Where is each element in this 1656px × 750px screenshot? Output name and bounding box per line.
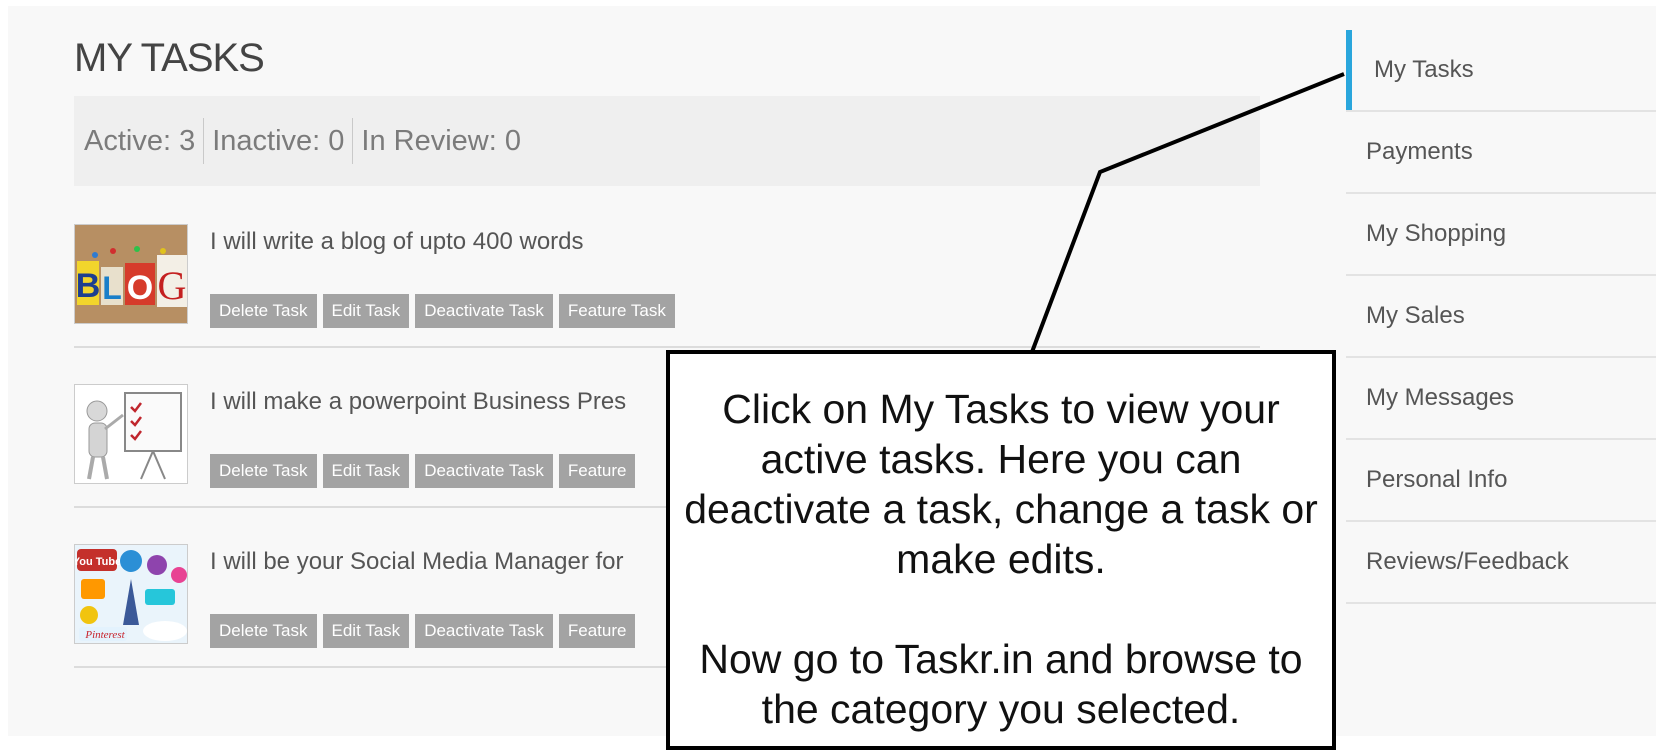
- delete-task-button[interactable]: Delete Task: [210, 614, 317, 648]
- task-actions: Delete Task Edit Task Deactivate Task Fe…: [210, 614, 636, 648]
- svg-text:G: G: [158, 263, 187, 308]
- edit-task-button[interactable]: Edit Task: [322, 294, 410, 328]
- task-row: B L O G I will write a blog of upto 400 …: [74, 206, 1260, 348]
- svg-text:B: B: [76, 267, 101, 305]
- edit-task-button[interactable]: Edit Task: [322, 614, 410, 648]
- sidebar-item-label: My Messages: [1366, 384, 1515, 411]
- svg-text:O: O: [127, 269, 153, 307]
- blog-letters-image: B L O G: [75, 225, 187, 323]
- task-title[interactable]: I will make a powerpoint Business Pres: [210, 388, 626, 416]
- social-icons-image: You Tube Pinterest: [75, 545, 187, 643]
- sidebar-item-label: Payments: [1366, 138, 1473, 165]
- task-title[interactable]: I will be your Social Media Manager for: [210, 548, 624, 576]
- feature-task-button[interactable]: Feature: [558, 454, 636, 488]
- account-sidebar: My Tasks Payments My Shopping My Sales M…: [1346, 30, 1656, 604]
- sidebar-item-my-tasks[interactable]: My Tasks: [1346, 30, 1656, 112]
- sidebar-item-label: Personal Info: [1366, 466, 1508, 493]
- task-stats-bar: Active: 3 Inactive: 0 In Review: 0: [74, 96, 1260, 186]
- sidebar-item-label: My Tasks: [1374, 56, 1474, 83]
- stat-in-review[interactable]: In Review: 0: [353, 118, 529, 164]
- blog-thumbnail[interactable]: B L O G: [74, 224, 188, 324]
- deactivate-task-button[interactable]: Deactivate Task: [415, 294, 553, 328]
- delete-task-button[interactable]: Delete Task: [210, 294, 317, 328]
- callout-text-instructions: Click on My Tasks to view your active ta…: [684, 386, 1318, 582]
- sidebar-item-reviews-feedback[interactable]: Reviews/Feedback: [1346, 522, 1656, 604]
- deactivate-task-button[interactable]: Deactivate Task: [415, 454, 553, 488]
- sidebar-item-label: My Shopping: [1366, 220, 1507, 247]
- sidebar-item-payments[interactable]: Payments: [1346, 112, 1656, 194]
- sidebar-item-label: My Sales: [1366, 302, 1465, 329]
- active-indicator: [1346, 30, 1352, 110]
- feature-task-button[interactable]: Feature: [558, 614, 636, 648]
- tutorial-callout: Click on My Tasks to view your active ta…: [666, 350, 1336, 750]
- task-actions: Delete Task Edit Task Deactivate Task Fe…: [210, 294, 675, 328]
- youtube-logo-text: You Tube: [75, 556, 121, 568]
- svg-text:Pinterest: Pinterest: [84, 629, 125, 641]
- task-title[interactable]: I will write a blog of upto 400 words: [210, 228, 584, 256]
- stat-active[interactable]: Active: 3: [84, 118, 205, 164]
- sidebar-item-personal-info[interactable]: Personal Info: [1346, 440, 1656, 522]
- sidebar-item-my-sales[interactable]: My Sales: [1346, 276, 1656, 358]
- delete-task-button[interactable]: Delete Task: [210, 454, 317, 488]
- presenter-board-image: [75, 385, 187, 483]
- sidebar-item-my-shopping[interactable]: My Shopping: [1346, 194, 1656, 276]
- page-title: MY TASKS: [74, 36, 265, 80]
- edit-task-button[interactable]: Edit Task: [322, 454, 410, 488]
- social-media-thumbnail[interactable]: You Tube Pinterest: [74, 544, 188, 644]
- callout-text-next-step: Now go to Taskr.in and browse to the cat…: [699, 636, 1303, 732]
- task-actions: Delete Task Edit Task Deactivate Task Fe…: [210, 454, 636, 488]
- deactivate-task-button[interactable]: Deactivate Task: [415, 614, 553, 648]
- sidebar-item-my-messages[interactable]: My Messages: [1346, 358, 1656, 440]
- svg-text:L: L: [102, 270, 122, 306]
- stat-inactive[interactable]: Inactive: 0: [204, 118, 354, 164]
- presentation-thumbnail[interactable]: [74, 384, 188, 484]
- feature-task-button[interactable]: Feature Task: [558, 294, 675, 328]
- sidebar-item-label: Reviews/Feedback: [1366, 548, 1569, 575]
